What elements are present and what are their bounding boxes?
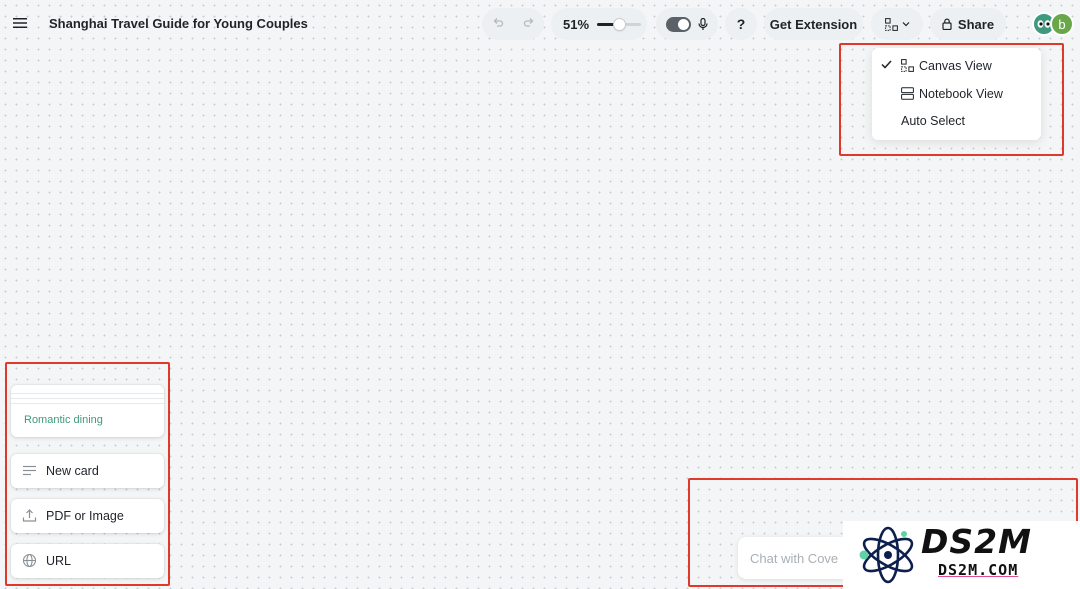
menu-item-auto-select[interactable]: Auto Select [872, 109, 1041, 133]
share-button[interactable]: Share [930, 8, 1006, 40]
lock-icon [942, 18, 952, 30]
view-switcher-button[interactable] [871, 8, 923, 40]
zoom-slider[interactable] [597, 18, 642, 30]
view-menu: Canvas View Notebook View Auto Select [872, 48, 1041, 140]
stacked-card-romantic-dining[interactable]: Romantic dining [11, 385, 164, 437]
canvas-view-icon [901, 59, 914, 72]
microphone-icon[interactable] [698, 17, 708, 31]
menu-item-label: Notebook View [919, 87, 1003, 101]
zoom-control: 51% [551, 8, 647, 40]
history-controls [482, 8, 544, 40]
add-url-button[interactable]: URL [11, 544, 164, 578]
voice-controls [656, 8, 718, 40]
avatar[interactable]: b [1050, 12, 1074, 36]
notebook-view-icon [901, 87, 914, 100]
undo-button[interactable] [492, 15, 504, 33]
watermark-subtitle: DS2M.COM [938, 561, 1019, 579]
share-label: Share [957, 16, 995, 32]
redo-icon [523, 18, 533, 27]
menu-item-canvas-view[interactable]: Canvas View [872, 54, 1041, 78]
chevron-down-icon [902, 22, 909, 27]
text-lines-icon [23, 465, 36, 476]
voice-toggle[interactable] [666, 16, 691, 32]
zoom-level: 51% [563, 16, 590, 32]
redo-button[interactable] [523, 15, 535, 33]
watermark: DS2M DS2M.COM [843, 521, 1080, 589]
toggle-knob [678, 18, 689, 30]
menu-item-label: Auto Select [901, 114, 965, 128]
globe-icon [22, 553, 37, 568]
tool-label: PDF or Image [46, 509, 124, 523]
card-title: Romantic dining [24, 414, 103, 426]
menu-item-notebook-view[interactable]: Notebook View [872, 82, 1041, 106]
card-divider [11, 403, 164, 404]
menu-button[interactable] [8, 11, 32, 35]
hamburger-icon [13, 18, 27, 28]
get-extension-button[interactable]: Get Extension [764, 8, 863, 40]
upload-pdf-image-button[interactable]: PDF or Image [11, 499, 164, 533]
tool-label: New card [46, 464, 99, 478]
new-card-button[interactable]: New card [11, 454, 164, 488]
menu-item-label: Canvas View [919, 59, 992, 73]
card-divider [11, 398, 164, 399]
canvas-view-icon [884, 17, 898, 31]
zoom-slider-handle[interactable] [613, 18, 625, 30]
atom-logo-icon [859, 526, 914, 584]
checkmark-icon [881, 60, 892, 69]
card-divider [11, 393, 164, 394]
document-title[interactable]: Shanghai Travel Guide for Young Couples [49, 16, 308, 31]
help-button[interactable]: ? [725, 8, 757, 40]
watermark-title: DS2M [921, 522, 1032, 561]
tool-label: URL [46, 554, 72, 568]
upload-icon [22, 509, 37, 522]
undo-icon [493, 18, 503, 27]
